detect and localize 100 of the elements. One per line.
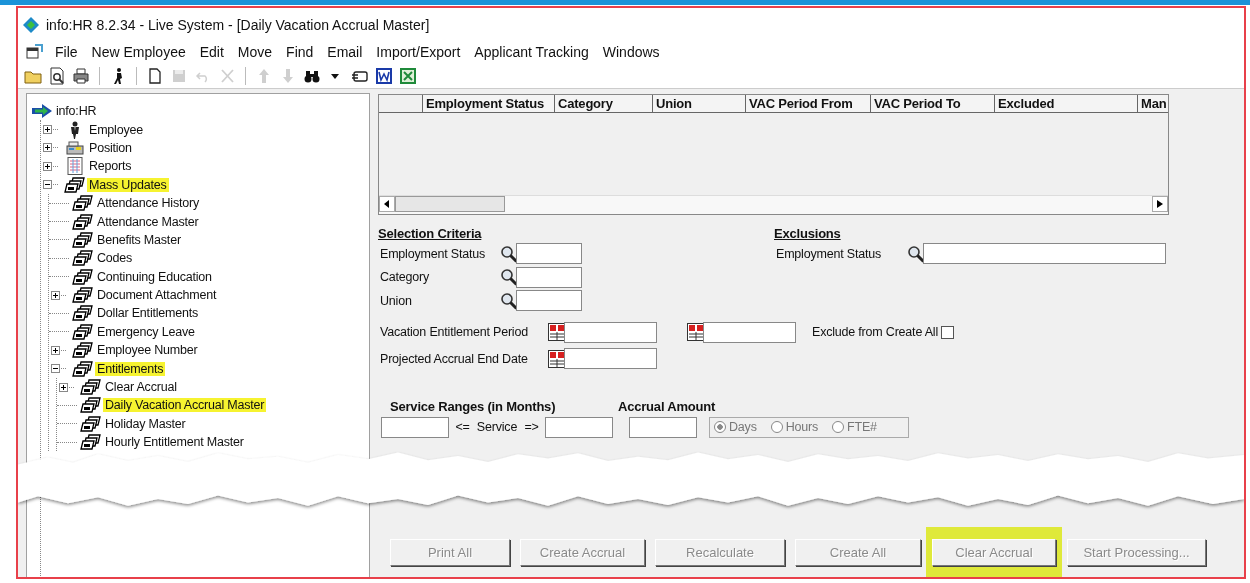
column-header[interactable]: Union bbox=[653, 95, 746, 113]
expand-toggle-icon[interactable] bbox=[59, 382, 68, 392]
menu-item[interactable]: Edit bbox=[196, 44, 227, 60]
expand-toggle-icon[interactable] bbox=[51, 290, 60, 300]
search-icon[interactable] bbox=[500, 268, 518, 287]
search-icon[interactable] bbox=[907, 244, 925, 263]
column-header[interactable]: Employment Status bbox=[423, 95, 555, 113]
stack-icon bbox=[72, 267, 94, 286]
search-icon[interactable] bbox=[500, 244, 518, 263]
menu-item[interactable]: Move bbox=[234, 44, 276, 60]
column-header[interactable]: VAC Period From bbox=[746, 95, 871, 113]
tree-item[interactable]: info:HR bbox=[54, 104, 99, 119]
input-field[interactable] bbox=[923, 243, 1166, 265]
section-heading: Selection Criteria bbox=[378, 226, 483, 242]
stack-icon bbox=[72, 359, 94, 378]
menu-item[interactable]: Import/Export bbox=[373, 44, 464, 60]
date-field[interactable] bbox=[564, 321, 657, 343]
tree-item[interactable]: Continuing Education bbox=[95, 269, 214, 284]
tree-item[interactable]: Daily Vacation Accrual Master bbox=[103, 398, 267, 413]
stack-icon bbox=[72, 230, 94, 249]
menu-item[interactable]: New Employee bbox=[88, 44, 189, 60]
tree-item[interactable]: Employee bbox=[87, 122, 145, 137]
field-label: Employment Status bbox=[379, 246, 486, 261]
menu-item[interactable]: Windows bbox=[599, 44, 663, 60]
field-label: Union bbox=[379, 293, 413, 308]
tree-item[interactable]: Emergency Leave bbox=[95, 324, 197, 339]
tree-item[interactable]: Attendance History bbox=[95, 196, 201, 211]
arrow-logo-icon bbox=[31, 104, 53, 119]
radio-label: Hours bbox=[785, 420, 819, 435]
stack-icon bbox=[80, 433, 102, 452]
stack-icon bbox=[72, 212, 94, 231]
menu-item[interactable]: Applicant Tracking bbox=[471, 44, 592, 60]
section-heading: Exclusions bbox=[774, 226, 842, 242]
tree-item[interactable]: Attendance Master bbox=[95, 214, 201, 229]
tree-item[interactable]: Mass Updates bbox=[87, 177, 169, 192]
collapse-toggle-icon[interactable] bbox=[51, 364, 60, 374]
tree-item[interactable]: Reports bbox=[87, 159, 134, 174]
scroll-left-icon bbox=[384, 200, 390, 208]
expand-toggle-icon[interactable] bbox=[43, 161, 52, 171]
tree-item[interactable]: Position bbox=[87, 140, 134, 155]
expand-toggle-icon[interactable] bbox=[43, 125, 52, 135]
tree-item[interactable]: Dollar Entitlements bbox=[95, 306, 201, 321]
tree-item[interactable]: Hourly Entitlement Master bbox=[103, 435, 246, 450]
tree-item[interactable]: Entitlements bbox=[95, 361, 166, 376]
radio-label: Days bbox=[729, 420, 757, 435]
column-header[interactable]: Excluded bbox=[995, 95, 1138, 113]
radio-option[interactable]: FTE# bbox=[832, 420, 877, 435]
spreadsheet-icon[interactable] bbox=[399, 67, 417, 85]
radio-option[interactable]: Hours bbox=[770, 420, 819, 435]
date-field[interactable] bbox=[703, 321, 796, 343]
checkbox-label: Exclude from Create All bbox=[812, 325, 938, 340]
radio-icon[interactable] bbox=[832, 421, 845, 434]
column-header[interactable]: VAC Period To bbox=[871, 95, 995, 113]
print-preview-icon[interactable] bbox=[48, 67, 66, 85]
menu-item[interactable]: Email bbox=[324, 44, 366, 60]
printer-icon[interactable] bbox=[72, 67, 90, 85]
column-heading: Service Ranges (in Months) bbox=[389, 398, 557, 414]
tree-item[interactable]: Document Attachment bbox=[95, 288, 219, 303]
column-heading: Accrual Amount bbox=[618, 398, 716, 414]
stack-icon bbox=[80, 378, 102, 397]
stack-icon bbox=[80, 414, 102, 433]
radio-label: FTE# bbox=[847, 420, 877, 435]
tree-item[interactable]: Clear Accrual bbox=[103, 380, 179, 395]
stack-icon bbox=[72, 286, 94, 305]
new-document-icon[interactable] bbox=[146, 67, 164, 85]
input-field[interactable] bbox=[516, 290, 582, 312]
date-field[interactable] bbox=[564, 348, 657, 370]
input-field[interactable] bbox=[381, 416, 449, 438]
input-field[interactable] bbox=[629, 416, 697, 438]
radio-icon[interactable] bbox=[770, 421, 783, 434]
collapse-toggle-icon[interactable] bbox=[43, 180, 52, 190]
field-label: Category bbox=[379, 270, 431, 285]
scroll-right-icon bbox=[1157, 200, 1163, 208]
input-field[interactable] bbox=[516, 266, 582, 288]
window-title: info:HR 8.2.34 - Live System - [Daily Vacation Accrual Master] bbox=[46, 17, 430, 33]
stack-icon bbox=[72, 304, 94, 323]
word-icon[interactable] bbox=[375, 67, 393, 85]
menu-item[interactable]: File bbox=[52, 44, 81, 60]
column-header[interactable]: Man bbox=[1138, 95, 1168, 113]
expand-toggle-icon[interactable] bbox=[51, 345, 60, 355]
column-header[interactable]: Category bbox=[555, 95, 653, 113]
input-field[interactable] bbox=[516, 243, 582, 265]
service-range-label: <= Service => bbox=[454, 420, 540, 435]
checkbox[interactable] bbox=[941, 325, 954, 339]
menu-item[interactable]: Find bbox=[283, 44, 317, 60]
search-icon[interactable] bbox=[500, 291, 518, 310]
stack-icon bbox=[72, 249, 94, 268]
horizontal-scrollbar[interactable] bbox=[379, 195, 1168, 214]
input-field[interactable] bbox=[545, 416, 613, 438]
stack-icon bbox=[72, 322, 94, 341]
window-menu-icon[interactable] bbox=[26, 44, 44, 60]
tree-item[interactable]: Benefits Master bbox=[95, 232, 183, 247]
radio-option[interactable]: Days bbox=[714, 420, 757, 435]
tree-item[interactable]: Holiday Master bbox=[103, 416, 188, 431]
desk-icon bbox=[64, 138, 86, 157]
expand-toggle-icon[interactable] bbox=[43, 143, 52, 153]
stack-icon bbox=[80, 396, 102, 415]
tree-item[interactable]: Employee Number bbox=[95, 343, 200, 358]
tree-item[interactable]: Codes bbox=[95, 251, 135, 266]
radio-icon[interactable] bbox=[714, 421, 726, 434]
